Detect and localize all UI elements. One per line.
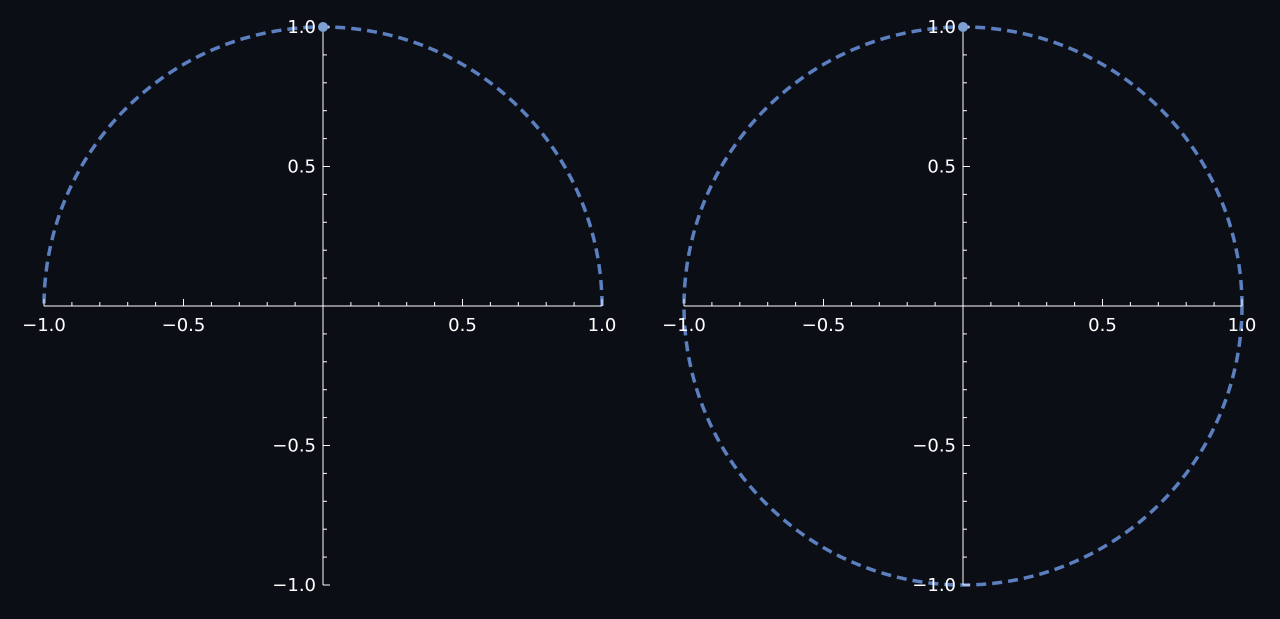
- x-tick-label: 1.0: [1228, 315, 1257, 336]
- y-tick-label: 1.0: [287, 17, 316, 38]
- y-tick-label: 1.0: [927, 17, 956, 38]
- x-tick-label: −0.5: [802, 315, 846, 336]
- semicircle-panel: −1.0 −0.5 0.5 1.0 1.0 0.5 −0.5 −1.0: [22, 17, 616, 596]
- plot-area: −1.0 −0.5 0.5 1.0 1.0 0.5 −0.5 −1.0 −1.0 −0.5 0.5…: [0, 0, 1280, 614]
- y-tick-label: −0.5: [912, 436, 956, 457]
- x-tick-label: −1.0: [22, 315, 66, 336]
- full-circle-panel: −1.0 −0.5 0.5 1.0 1.0 0.5 −0.5 −1.0: [662, 17, 1256, 596]
- chart-canvas: −1.0 −0.5 0.5 1.0 1.0 0.5 −0.5 −1.0 −1.0 −0.5 0.5…: [22, 17, 1256, 596]
- y-tick-label: −1.0: [272, 575, 316, 596]
- y-tick-label: 0.5: [927, 157, 956, 178]
- x-tick-label: 0.5: [1088, 315, 1117, 336]
- x-tick-label: −0.5: [162, 315, 206, 336]
- y-tick-label: −0.5: [272, 436, 316, 457]
- y-tick-label: 0.5: [287, 157, 316, 178]
- marker-point: [958, 22, 968, 32]
- marker-point: [318, 22, 328, 32]
- x-tick-label: 1.0: [588, 315, 617, 336]
- x-tick-label: −1.0: [662, 315, 706, 336]
- x-tick-label: 0.5: [448, 315, 477, 336]
- y-tick-label: −1.0: [912, 575, 956, 596]
